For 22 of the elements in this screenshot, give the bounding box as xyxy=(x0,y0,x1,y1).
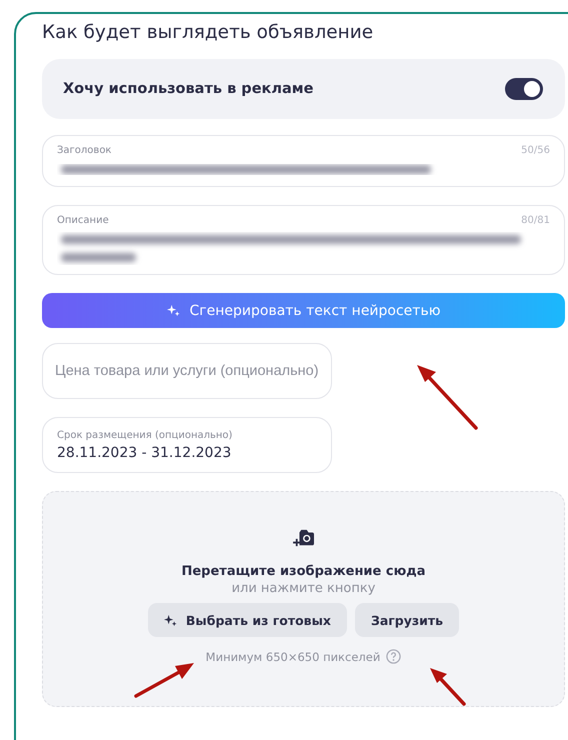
toggle-label: Хочу использовать в рекламе xyxy=(63,81,314,97)
date-field[interactable]: Срок размещения (опционально) 28.11.2023 - 31.12.2023 xyxy=(42,417,332,473)
upload-option-button[interactable]: Загрузить xyxy=(354,603,460,637)
upload-dropzone[interactable]: Перетащите изображение сюда или нажмите кнопку Выбрать из готовых Загрузить Минимум 650×650 пикселей xyxy=(42,491,565,707)
toggle-switch[interactable] xyxy=(505,78,543,100)
annotation-arrow xyxy=(133,660,197,700)
size-hint: Минимум 650×650 пикселей xyxy=(206,650,380,664)
dropzone-heading: Перетащите изображение сюда xyxy=(181,564,426,579)
upload-option-button[interactable]: Выбрать из готовых xyxy=(148,603,347,637)
field-label: Срок размещения (опционально) xyxy=(57,430,234,441)
price-field[interactable]: Цена товара или услуги (опционально) xyxy=(42,343,332,399)
field-label: Описание xyxy=(57,215,109,226)
section-title: Как будет выглядеть объявление xyxy=(42,22,374,43)
character-counter: 50/56 xyxy=(521,145,550,156)
annotation-arrow xyxy=(428,666,468,708)
field-label: Заголовок xyxy=(57,145,112,156)
dropzone-subtext: или нажмите кнопку xyxy=(232,581,376,596)
add-photo-icon xyxy=(292,528,314,548)
sparkle-icon xyxy=(166,304,180,317)
field-value: 28.11.2023 - 31.12.2023 xyxy=(57,445,232,461)
sparkle-icon xyxy=(164,614,177,626)
character-counter: 80/81 xyxy=(521,215,550,226)
